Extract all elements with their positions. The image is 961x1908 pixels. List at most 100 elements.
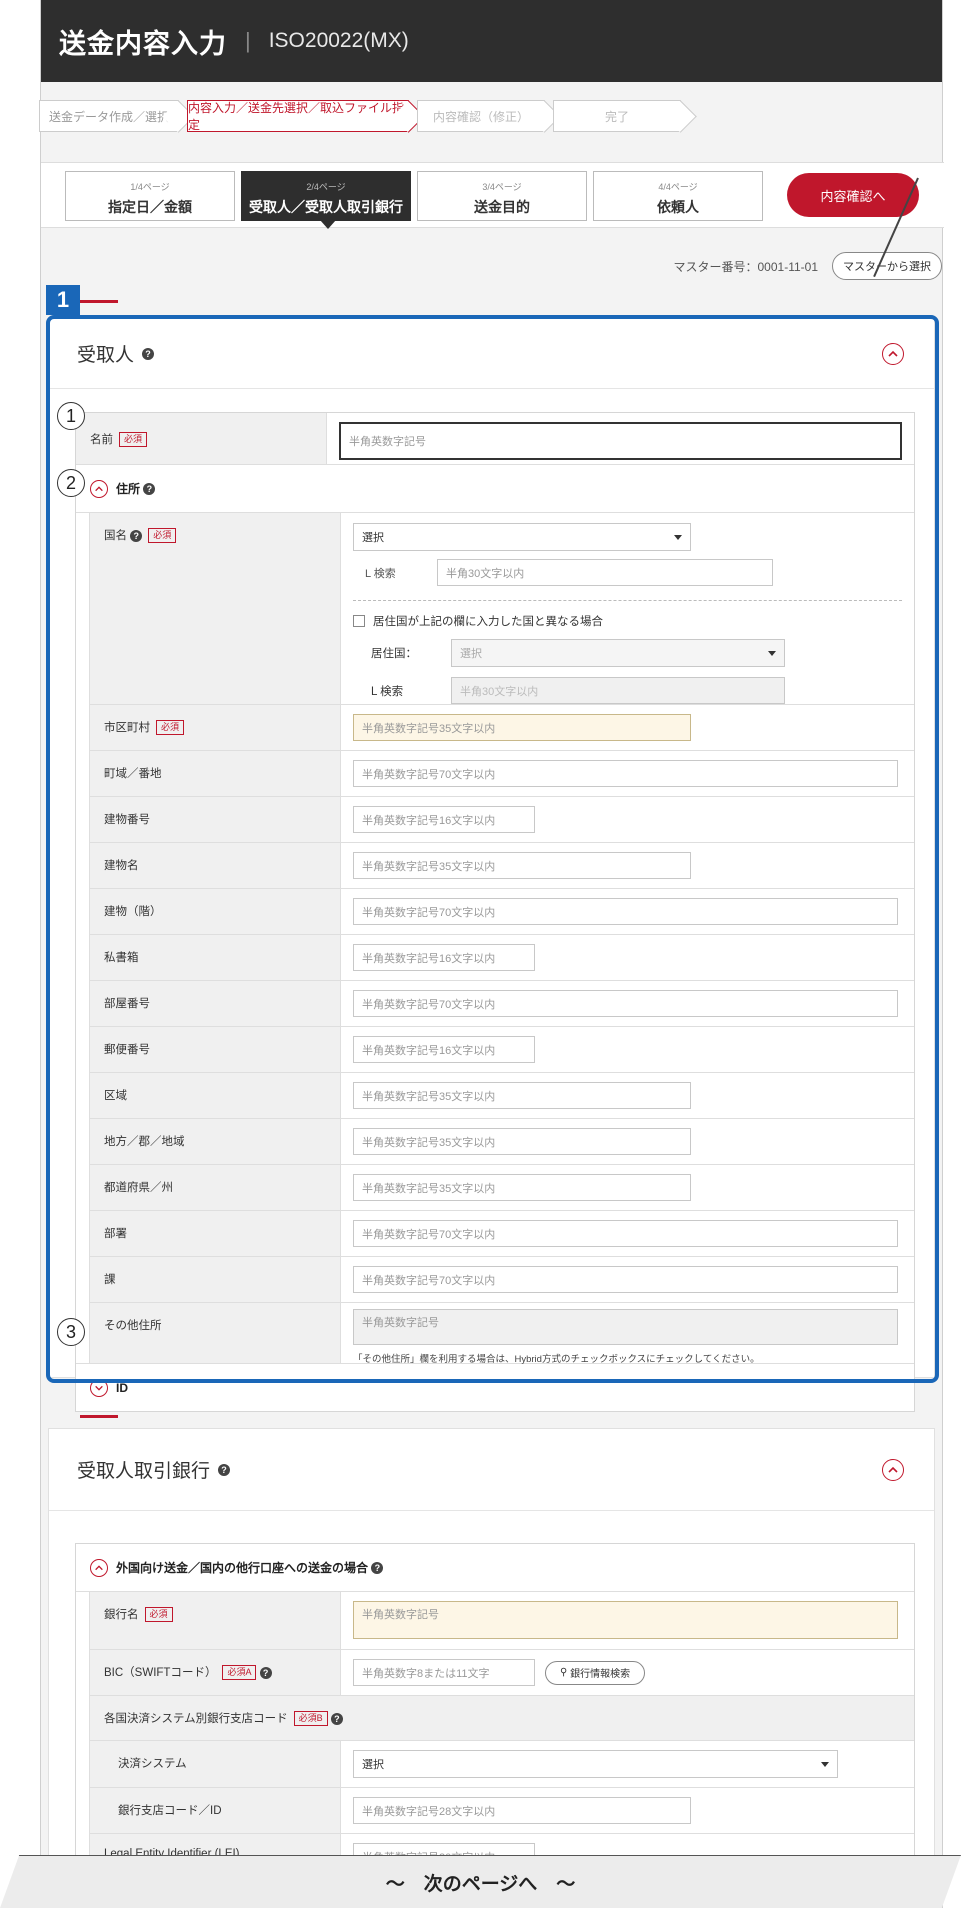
help-icon[interactable]: ?: [142, 347, 155, 360]
step-2: 内容入力／送金先選択／取込ファイル指定: [187, 100, 409, 132]
other-address-label: その他住所: [90, 1303, 341, 1363]
step-4: 完了: [553, 100, 681, 132]
page-subtitle: ISO20022(MX): [268, 29, 409, 52]
street-input[interactable]: 半角英数字記号70文字以内: [353, 760, 898, 787]
collapse-icon[interactable]: [90, 1558, 108, 1577]
help-icon[interactable]: ?: [130, 529, 143, 542]
settlement-label: 決済システム: [90, 1741, 341, 1788]
building-name-input[interactable]: 半角英数字記号35文字以内: [353, 852, 691, 879]
state-input[interactable]: 半角英数字記号35文字以内: [353, 1174, 691, 1201]
city-label: 市区町村: [104, 722, 150, 734]
building-number-label: 建物番号: [90, 797, 341, 842]
country-label: 国名 ? 必須: [90, 513, 341, 704]
section-accent: [80, 1415, 118, 1418]
tab-page-1[interactable]: 1/4ページ 指定日／金額: [65, 171, 235, 221]
residence-select[interactable]: 選択: [451, 639, 785, 667]
annotation-badge: 1: [46, 285, 80, 315]
expand-icon[interactable]: [90, 1378, 108, 1397]
help-icon[interactable]: ?: [218, 1463, 231, 1476]
title-bar: 送金内容入力 | ISO20022(MX): [41, 0, 942, 82]
postal-code-label: 郵便番号: [90, 1027, 341, 1072]
collapse-icon[interactable]: [882, 1459, 904, 1481]
residence-checkbox[interactable]: 居住国が上記の欄に入力した国と異なる場合: [353, 613, 902, 629]
floor-input[interactable]: 半角英数字記号70文字以内: [353, 898, 898, 925]
department-input[interactable]: 半角英数字記号70文字以内: [353, 1220, 898, 1247]
residence-search-input[interactable]: 半角30文字以内: [451, 677, 785, 704]
branch-id-label: 銀行支店コード／ID: [90, 1788, 341, 1834]
district-label: 区域: [90, 1073, 341, 1118]
tab-page-3[interactable]: 3/4ページ 送金目的: [417, 171, 587, 221]
help-icon[interactable]: ?: [259, 1666, 272, 1679]
other-address-note: 「その他住所」欄を利用する場合は、Hybrid方式のチェックボックスにチェックし…: [353, 1354, 760, 1365]
bank-name-input[interactable]: 半角英数字記号: [353, 1601, 898, 1639]
foreign-transfer-section-header[interactable]: 外国向け送金／国内の他行口座への送金の場合 ?: [76, 1544, 914, 1592]
chevron-down-icon: [674, 534, 682, 540]
recipient-form: 名前 必須 半角英数字記号 住所 ? 国名 ? 必須 選択 L 検索 半角30文字以…: [75, 412, 915, 1412]
master-area: マスター番号：0001-11-01 マスターから選択: [673, 252, 942, 280]
room-input[interactable]: 半角英数字記号70文字以内: [353, 990, 898, 1017]
settlement-select[interactable]: 選択: [353, 1750, 838, 1779]
bank-title: 受取人取引銀行: [77, 1461, 211, 1482]
district-input[interactable]: 半角英数字記号35文字以内: [353, 1082, 691, 1109]
help-icon[interactable]: ?: [330, 1712, 343, 1725]
recipient-title: 受取人: [77, 345, 135, 366]
search-icon: ⚲: [560, 1667, 571, 1678]
region-input[interactable]: 半角英数字記号35文字以内: [353, 1128, 691, 1155]
country-search-input[interactable]: 半角30文字以内: [437, 559, 773, 586]
select-from-master-button[interactable]: マスターから選択: [832, 252, 942, 280]
city-input[interactable]: 半角英数字記号35文字以内: [353, 714, 691, 741]
bank-header: 受取人取引銀行 ?: [49, 1429, 934, 1511]
room-label: 部屋番号: [90, 981, 341, 1026]
po-box-label: 私書箱: [90, 935, 341, 980]
section-input[interactable]: 半角英数字記号70文字以内: [353, 1266, 898, 1293]
po-box-input[interactable]: 半角英数字記号16文字以内: [353, 944, 535, 971]
street-label: 町域／番地: [90, 751, 341, 796]
confirm-button[interactable]: 内容確認へ: [787, 173, 919, 217]
chevron-down-icon: [768, 650, 776, 656]
tab-page-2[interactable]: 2/4ページ 受取人／受取人取引銀行: [241, 171, 411, 229]
title-separator: |: [245, 28, 251, 53]
other-address-input[interactable]: 半角英数字記号: [353, 1309, 898, 1345]
collapse-icon[interactable]: [882, 343, 904, 365]
step-progress: 送金データ作成／選択 内容入力／送金先選択／取込ファイル指定 内容確認（修正） …: [39, 100, 689, 132]
recipient-header: 受取人 ?: [49, 319, 934, 389]
branch-id-input[interactable]: 半角英数字記号28文字以内: [353, 1797, 691, 1825]
section-accent: [80, 300, 118, 303]
checkbox-icon[interactable]: [353, 615, 365, 627]
bic-label: BIC（SWIFTコード）: [104, 1667, 217, 1679]
help-icon[interactable]: ?: [143, 482, 156, 495]
address-section-header[interactable]: 住所 ?: [76, 465, 914, 513]
id-section-header[interactable]: ID: [76, 1363, 914, 1411]
name-label: 名前 必須: [76, 413, 327, 464]
building-name-label: 建物名: [90, 843, 341, 888]
residence-label: 居住国：: [371, 648, 417, 660]
region-label: 地方／郡／地域: [90, 1119, 341, 1164]
branch-code-label: 各国決済システム別銀行支店コード 必須B ?: [90, 1696, 357, 1741]
department-label: 部署: [90, 1211, 341, 1256]
floor-label: 建物（階）: [90, 889, 341, 934]
bank-form: 外国向け送金／国内の他行口座への送金の場合 ? 銀行名 必須 半角英数字記号 BI…: [75, 1543, 915, 1880]
step-3: 内容確認（修正）: [417, 100, 545, 132]
collapse-icon[interactable]: [90, 479, 108, 498]
next-page-text: ～ 次のページへ ～: [385, 1874, 576, 1895]
chevron-down-icon: [821, 1761, 829, 1767]
annotation-marker-2: 2: [57, 469, 85, 497]
state-label: 都道府県／州: [90, 1165, 341, 1210]
help-icon[interactable]: ?: [371, 1561, 384, 1574]
page-title: 送金内容入力: [59, 28, 227, 59]
divider: [353, 600, 902, 601]
bank-name-label: 銀行名: [104, 1609, 139, 1621]
bank-search-button[interactable]: ⚲ 銀行情報検索: [545, 1660, 646, 1685]
building-number-input[interactable]: 半角英数字記号16文字以内: [353, 806, 535, 833]
next-page-banner: ～ 次のページへ ～: [0, 1855, 961, 1908]
master-number: マスター番号：0001-11-01: [673, 259, 819, 274]
annotation-marker-1: 1: [57, 402, 85, 430]
step-1: 送金データ作成／選択: [39, 100, 179, 132]
annotation-marker-3: 3: [57, 1318, 85, 1346]
residence-search-label: L 検索: [371, 685, 404, 698]
bic-input[interactable]: 半角英数字8または11文字: [353, 1659, 535, 1686]
country-select[interactable]: 選択: [353, 523, 691, 551]
tab-page-4[interactable]: 4/4ページ 依頼人: [593, 171, 763, 221]
name-input[interactable]: 半角英数字記号: [339, 422, 902, 460]
postal-code-input[interactable]: 半角英数字記号16文字以内: [353, 1036, 535, 1063]
